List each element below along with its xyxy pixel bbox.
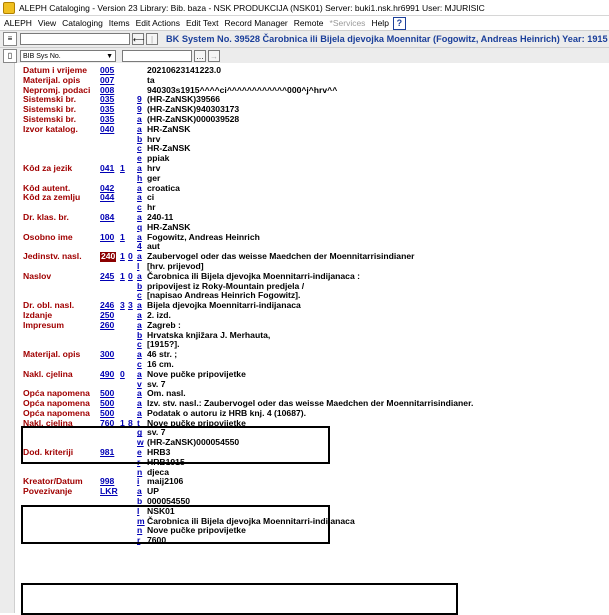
indicator-2: 0: [128, 270, 133, 281]
indicator-1: 0: [120, 368, 125, 379]
indicator-1: 1: [120, 417, 125, 428]
field-label: Materijal. opis: [23, 349, 81, 360]
nav-back-button[interactable]: ⟵: [132, 33, 144, 45]
document-icon[interactable]: ▯: [3, 49, 17, 63]
field-tag[interactable]: 490: [100, 369, 114, 380]
window-title: ALEPH Cataloging - Version 23 Library: B…: [19, 2, 485, 13]
field-label: Kôd za zemlju: [23, 192, 81, 203]
left-gutter: [0, 63, 15, 613]
search-type-value: BIB Sys No.: [23, 52, 61, 60]
field-value: Fogowitz, Andreas Heinrich: [147, 231, 260, 242]
search-input[interactable]: [122, 50, 192, 62]
menu-edit-text[interactable]: Edit Text: [186, 18, 218, 28]
indicator-1: 1: [120, 251, 125, 262]
field-tag[interactable]: 041: [100, 163, 114, 174]
field-label: Izvor katalog.: [23, 123, 78, 134]
record-tree-icon[interactable]: ≡: [3, 32, 17, 46]
field-tag[interactable]: 240: [100, 251, 117, 262]
record-title: BK System No. 39528 Čarobnica ili Bijela…: [166, 34, 608, 44]
field-tag[interactable]: 040: [100, 124, 114, 135]
field-tag[interactable]: 100: [100, 232, 114, 243]
field-tag[interactable]: 760: [100, 418, 114, 429]
indicator-2: 0: [128, 251, 133, 262]
field-tag[interactable]: 260: [100, 320, 114, 331]
field-label: Kôd za jezik: [23, 162, 73, 173]
field-tag[interactable]: 084: [100, 212, 114, 223]
menu-items[interactable]: Items: [109, 18, 130, 28]
indicator-1: 1: [120, 270, 125, 281]
field-label: Jedinstv. nasl.: [23, 251, 82, 262]
indicator-2: 8: [128, 417, 133, 428]
field-label: Naslov: [23, 270, 52, 281]
field-tag[interactable]: 245: [100, 271, 114, 282]
command-input[interactable]: [20, 33, 130, 45]
indicator-1: 3: [120, 300, 125, 311]
field-label: Osobno ime: [23, 231, 73, 242]
field-tag[interactable]: 300: [100, 349, 114, 360]
record-toolbar: ≡ ⟵ |→ BK System No. 39528 Čarobnica ili…: [0, 30, 609, 55]
field-label: Dr. klas. br.: [23, 211, 69, 222]
indicator-2: 3: [128, 300, 133, 311]
field-label: Nakl. cjelina: [23, 368, 73, 379]
subfield-code[interactable]: r: [137, 535, 140, 546]
menu-edit-actions[interactable]: Edit Actions: [136, 18, 180, 28]
menu-bar: ALEPH View Cataloging Items Edit Actions…: [0, 16, 609, 30]
field-tag[interactable]: 981: [100, 447, 114, 458]
field-label: Povezivanje: [23, 486, 73, 497]
menu-aleph[interactable]: ALEPH: [4, 18, 32, 28]
search-type-select[interactable]: BIB Sys No. ▼: [20, 50, 116, 62]
search-next-button[interactable]: →: [208, 50, 220, 62]
menu-help[interactable]: Help: [371, 18, 388, 28]
chevron-down-icon: ▼: [106, 52, 113, 60]
field-label: Nakl. cjelina: [23, 417, 73, 428]
indicator-1: 1: [120, 231, 125, 242]
field-value: 7600: [147, 535, 167, 546]
record-editor[interactable]: Datum i vrijeme 005 20210623141223.0 Materi…: [15, 63, 609, 615]
field-tag[interactable]: LKR: [100, 486, 118, 497]
title-bar: ALEPH Cataloging - Version 23 Library: B…: [0, 0, 609, 16]
aleph-app-icon: [3, 1, 15, 14]
menu-cataloging[interactable]: Cataloging: [62, 18, 103, 28]
menu-record-manager[interactable]: Record Manager: [224, 18, 287, 28]
help-question-icon[interactable]: ?: [392, 16, 406, 30]
main-area: Datum i vrijeme 005 20210623141223.0 Materi…: [0, 63, 609, 615]
field-tag[interactable]: 044: [100, 193, 114, 203]
field-label: Impresum: [23, 319, 65, 330]
menu-remote[interactable]: Remote: [294, 18, 324, 28]
menu-services: *Services: [329, 18, 366, 28]
indicator-1: 1: [120, 162, 125, 173]
nav-forward-button[interactable]: |→: [146, 33, 158, 55]
highlight-box-lkr: [21, 583, 458, 615]
field-label: Dod. kriteriji: [23, 447, 74, 458]
field-value: 20210623141223.0: [147, 65, 222, 75]
search-go-button[interactable]: …: [194, 50, 206, 62]
menu-view[interactable]: View: [38, 18, 56, 28]
